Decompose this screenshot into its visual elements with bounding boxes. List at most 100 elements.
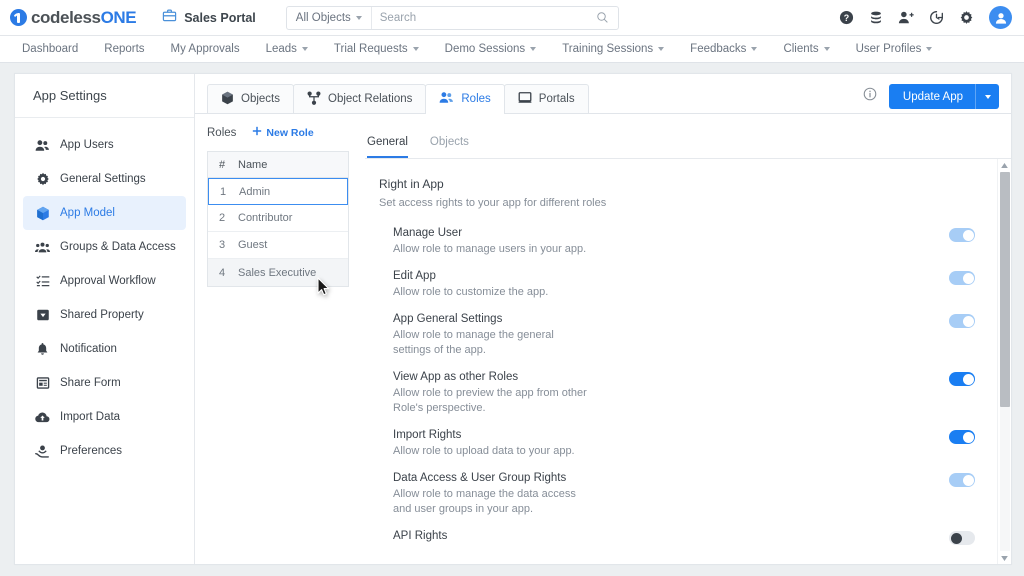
nav-item-user-profiles[interactable]: User Profiles [856, 43, 933, 55]
roles-table: # Name 1 Admin 2 Contributor 3 Guest 4 S… [207, 151, 349, 287]
toggle-api-rights[interactable] [949, 531, 975, 545]
tab-roles[interactable]: Roles [425, 84, 505, 114]
chevron-down-icon [658, 47, 665, 51]
cloud-upload-icon [35, 411, 50, 424]
table-row[interactable]: 3 Guest [208, 232, 348, 259]
column-header-name: Name [238, 158, 268, 171]
briefcase-icon [162, 8, 177, 28]
update-app-label: Update App [902, 90, 963, 103]
toggle-manage-user[interactable] [949, 228, 975, 242]
toggle-view-app-as-other-roles[interactable] [949, 372, 975, 386]
app-logo[interactable]: codelessONE [10, 8, 137, 28]
settings-sidebar: App Settings App Users General Settings [15, 74, 195, 564]
sidebar-item-label: Import Data [60, 411, 121, 423]
scrollbar-track[interactable] [999, 172, 1010, 551]
right-row-edit-app: Edit App Allow role to customize the app… [379, 270, 997, 300]
sidebar-item-app-model[interactable]: App Model [23, 196, 186, 230]
subtab-label: Objects [429, 136, 469, 148]
new-role-button[interactable]: New Role [252, 126, 314, 139]
nav-label: Feedbacks [690, 43, 747, 55]
relations-icon [307, 91, 321, 108]
scroll-down-arrow-icon[interactable] [1001, 552, 1008, 564]
scroll-up-arrow-icon[interactable] [1001, 159, 1008, 171]
rights-scrollbar[interactable] [997, 159, 1011, 564]
sidebar-item-app-users[interactable]: App Users [23, 128, 186, 162]
section-subtitle: Set access rights to your app for differ… [379, 197, 607, 209]
sidebar-item-import-data[interactable]: Import Data [23, 400, 186, 434]
nav-item-my-approvals[interactable]: My Approvals [171, 43, 240, 55]
roles-table-header: # Name [208, 152, 348, 178]
nav-item-trial-requests[interactable]: Trial Requests [334, 43, 419, 55]
tab-label: Object Relations [328, 93, 413, 105]
nav-label: My Approvals [170, 43, 240, 55]
toggle-data-access-user-group-rights[interactable] [949, 473, 975, 487]
sidebar-item-notification[interactable]: Notification [23, 332, 186, 366]
plus-icon [252, 126, 262, 139]
right-label: Data Access & User Group Rights [393, 472, 567, 484]
search-input[interactable] [371, 11, 596, 24]
row-number: 4 [219, 266, 226, 279]
scrollbar-thumb[interactable] [999, 172, 1010, 407]
info-icon[interactable] [863, 87, 877, 106]
search-icon[interactable] [596, 11, 618, 24]
svg-text:?: ? [844, 13, 849, 23]
search-scope-select[interactable]: All Objects [287, 6, 372, 29]
avatar[interactable] [989, 6, 1012, 29]
section-title: Right in App [379, 177, 444, 191]
right-label: App General Settings [393, 313, 503, 325]
subtab-objects[interactable]: Objects [430, 136, 469, 158]
role-detail-subtabs: General Objects [365, 124, 1011, 159]
sidebar-title: App Settings [15, 74, 194, 118]
subtab-general[interactable]: General [367, 136, 408, 158]
table-row[interactable]: 2 Contributor [208, 205, 348, 232]
chevron-down-icon [301, 47, 308, 51]
sidebar-item-general-settings[interactable]: General Settings [23, 162, 186, 196]
sidebar-item-shared-property[interactable]: Shared Property [23, 298, 186, 332]
tab-object-relations[interactable]: Object Relations [293, 84, 427, 113]
row-name: Sales Executive [238, 266, 317, 279]
roles-content: Roles New Role # Name 1 Admin 2 Contribu… [195, 114, 1011, 564]
update-app-button[interactable]: Update App [888, 84, 999, 109]
nav-label: Reports [104, 43, 145, 55]
chevron-down-icon [530, 47, 537, 51]
nav-item-dashboard[interactable]: Dashboard [22, 43, 78, 55]
tab-label: Objects [241, 93, 280, 105]
gear-icon[interactable] [959, 10, 974, 25]
nav-label: Demo Sessions [444, 43, 526, 55]
sidebar-item-groups-data-access[interactable]: Groups & Data Access [23, 230, 186, 264]
nav-item-training-sessions[interactable]: Training Sessions [562, 43, 665, 55]
database-icon[interactable] [869, 10, 883, 25]
toggle-app-general-settings[interactable] [949, 314, 975, 328]
rights-list: Right in App Set access rights to your a… [365, 159, 997, 564]
sidebar-item-share-form[interactable]: Share Form [23, 366, 186, 400]
sidebar-item-approval-workflow[interactable]: Approval Workflow [23, 264, 186, 298]
main-nav: Dashboard Reports My Approvals Leads Tri… [0, 36, 1024, 63]
nav-item-reports[interactable]: Reports [104, 43, 144, 55]
update-app-dropdown[interactable] [975, 84, 999, 109]
toggle-import-rights[interactable] [949, 430, 975, 444]
history-icon[interactable] [929, 10, 944, 25]
sidebar-item-label: Notification [60, 343, 117, 355]
tab-objects[interactable]: Objects [207, 84, 294, 113]
add-user-icon[interactable] [898, 10, 914, 25]
help-icon[interactable]: ? [839, 10, 854, 25]
row-name: Contributor [238, 212, 293, 224]
table-row[interactable]: 4 Sales Executive [208, 259, 348, 286]
sidebar-item-label: Groups & Data Access [60, 241, 176, 253]
sidebar-item-preferences[interactable]: Preferences [23, 434, 186, 468]
main-panel: Objects Object Relations Roles Portals U… [195, 74, 1011, 564]
portal-selector[interactable]: Sales Portal [162, 8, 256, 28]
toggle-edit-app[interactable] [949, 271, 975, 285]
table-row[interactable]: 1 Admin [208, 178, 348, 205]
sidebar-item-label: Share Form [60, 377, 121, 389]
nav-item-leads[interactable]: Leads [266, 43, 308, 55]
group-icon [35, 241, 50, 254]
nav-item-feedbacks[interactable]: Feedbacks [690, 43, 758, 55]
column-header-number: # [219, 158, 226, 171]
tab-portals[interactable]: Portals [503, 84, 589, 113]
right-description: Allow role to manage the data access and… [393, 488, 576, 515]
nav-item-demo-sessions[interactable]: Demo Sessions [445, 43, 537, 55]
nav-item-clients[interactable]: Clients [783, 43, 830, 55]
gear-icon [35, 172, 50, 186]
right-row-api-rights: API Rights [379, 530, 997, 545]
